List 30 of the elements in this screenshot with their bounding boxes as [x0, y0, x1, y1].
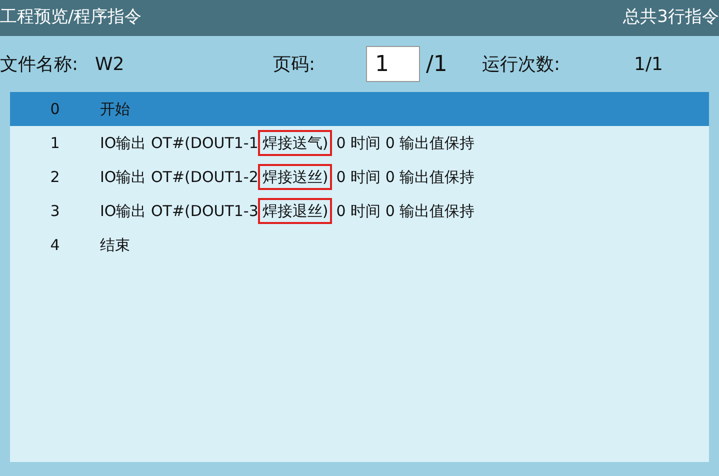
file-name-label: 文件名称:: [0, 52, 80, 76]
run-count-label: 运行次数:: [482, 52, 562, 76]
highlight-box: 焊接送丝): [258, 164, 332, 190]
line-number: 3: [49, 200, 61, 222]
instruction-text: IO输出 OT#(DOUT1-3: [100, 200, 258, 222]
instruction-text: IO输出 OT#(DOUT1-2: [100, 166, 258, 188]
instruction-row[interactable]: 2 IO输出 OT#(DOUT1-2 焊接送丝) 0 时间 0 输出值保持: [10, 160, 709, 194]
instruction-row[interactable]: 4 结束: [10, 228, 709, 262]
page-total: /1: [426, 50, 448, 78]
highlight-box: 焊接送气): [258, 130, 332, 156]
file-name: W2: [95, 52, 126, 76]
instruction-text: 0 时间 0 输出值保持: [336, 132, 475, 154]
instruction-row[interactable]: 0 开始: [10, 92, 709, 126]
instruction-text: 结束: [100, 234, 130, 256]
line-number: 4: [49, 234, 61, 256]
instruction-count: 总共3行指令: [623, 6, 719, 30]
window-title: 工程预览/程序指令: [0, 6, 142, 30]
line-number: 1: [49, 132, 61, 154]
run-count: 1/1: [634, 52, 663, 76]
instruction-row[interactable]: 3 IO输出 OT#(DOUT1-3 焊接退丝) 0 时间 0 输出值保持: [10, 194, 709, 228]
highlight-box: 焊接退丝): [258, 198, 332, 224]
instruction-row[interactable]: 1 IO输出 OT#(DOUT1-1 焊接送气) 0 时间 0 输出值保持: [10, 126, 709, 160]
instruction-text: 开始: [100, 98, 130, 120]
instruction-text: 0 时间 0 输出值保持: [336, 200, 475, 222]
page-field[interactable]: 1: [366, 46, 420, 82]
instruction-text: 0 时间 0 输出值保持: [336, 166, 475, 188]
line-number: 0: [49, 98, 61, 120]
instruction-text: IO输出 OT#(DOUT1-1: [100, 132, 258, 154]
line-number: 2: [49, 166, 61, 188]
page-label: 页码:: [273, 52, 316, 76]
